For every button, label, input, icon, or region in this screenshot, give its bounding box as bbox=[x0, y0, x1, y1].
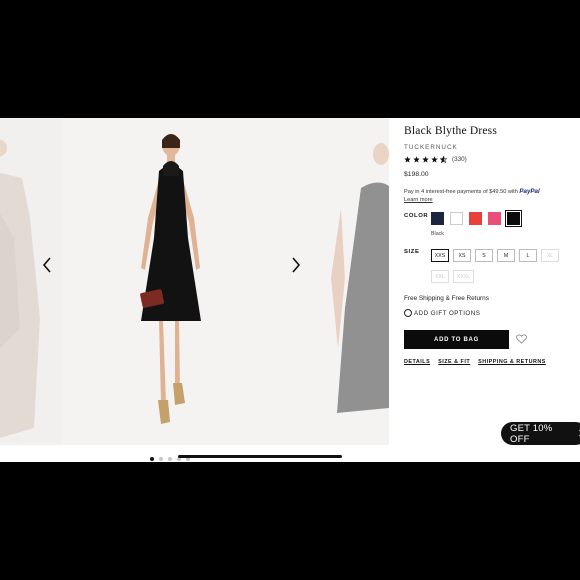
size-xxxl[interactable]: XXXL bbox=[453, 270, 474, 283]
size-row-2: XXL XXXL bbox=[431, 270, 571, 283]
paypal-text: Pay in 4 interest-free payments of $49.5… bbox=[404, 189, 518, 195]
add-to-bag-button[interactable]: ADD TO BAG bbox=[404, 330, 509, 349]
color-swatch-black[interactable] bbox=[504, 209, 523, 228]
gift-options-label: ADD GIFT OPTIONS bbox=[414, 309, 481, 317]
horizontal-scrollbar[interactable] bbox=[178, 455, 342, 458]
carousel-dot[interactable] bbox=[150, 457, 154, 461]
product-title: Black Blythe Dress bbox=[404, 125, 498, 137]
star-icon bbox=[413, 156, 420, 163]
color-swatch-navy[interactable] bbox=[431, 212, 444, 225]
half-star-icon bbox=[440, 156, 447, 163]
product-brand[interactable]: TUCKERNUCK bbox=[404, 144, 458, 151]
gift-checkbox[interactable] bbox=[404, 309, 412, 317]
star-icon bbox=[431, 156, 438, 163]
heart-icon[interactable] bbox=[516, 334, 527, 344]
paypal-message: Pay in 4 interest-free payments of $49.5… bbox=[404, 188, 564, 204]
main-product-image bbox=[62, 118, 281, 445]
size-label: SIZE bbox=[404, 249, 420, 255]
size-l[interactable]: L bbox=[519, 249, 537, 262]
star-icon bbox=[404, 156, 411, 163]
size-xxl[interactable]: XXL bbox=[431, 270, 449, 283]
color-swatches bbox=[431, 209, 523, 228]
selected-color-name: Black bbox=[431, 231, 444, 237]
product-page: Black Blythe Dress TUCKERNUCK (330) $198… bbox=[0, 118, 580, 462]
next-image-arrow[interactable] bbox=[288, 254, 304, 276]
chevron-left-icon bbox=[42, 257, 51, 273]
discount-promo-button[interactable]: GET 10% OFF ✕ bbox=[501, 422, 580, 445]
size-xl[interactable]: XL bbox=[541, 249, 559, 262]
gift-options-toggle[interactable]: ADD GIFT OPTIONS bbox=[404, 309, 480, 317]
size-fit-link[interactable]: SIZE & FIT bbox=[438, 359, 470, 365]
carousel-dot[interactable] bbox=[159, 457, 163, 461]
color-swatch-white[interactable] bbox=[450, 212, 463, 225]
size-s[interactable]: S bbox=[475, 249, 493, 262]
paypal-logo: PayPal bbox=[519, 188, 540, 195]
shipping-note: Free Shipping & Free Returns bbox=[404, 295, 489, 302]
image-carousel[interactable] bbox=[0, 118, 389, 445]
size-xs[interactable]: XS bbox=[453, 249, 471, 262]
rating-count: (330) bbox=[452, 156, 467, 163]
learn-more-link[interactable]: Learn more bbox=[404, 196, 564, 204]
product-price: $198.00 bbox=[404, 171, 429, 178]
color-swatch-pink[interactable] bbox=[488, 212, 501, 225]
product-info-links: DETAILS SIZE & FIT SHIPPING & RETURNS bbox=[404, 359, 546, 365]
size-xxs[interactable]: XXS bbox=[431, 249, 449, 262]
shipping-returns-link[interactable]: SHIPPING & RETURNS bbox=[478, 359, 546, 365]
size-m[interactable]: M bbox=[497, 249, 515, 262]
details-link[interactable]: DETAILS bbox=[404, 359, 430, 365]
color-label: COLOR bbox=[404, 213, 429, 219]
star-icon bbox=[422, 156, 429, 163]
chevron-right-icon bbox=[292, 257, 301, 273]
carousel-dot[interactable] bbox=[168, 457, 172, 461]
next-image-slide[interactable] bbox=[281, 118, 389, 445]
size-row-1: XXS XS S M L XL bbox=[431, 249, 571, 262]
prev-image-arrow[interactable] bbox=[39, 254, 55, 276]
rating[interactable]: (330) bbox=[404, 156, 467, 163]
promo-text: GET 10% OFF bbox=[510, 422, 553, 445]
color-swatch-red[interactable] bbox=[469, 212, 482, 225]
prev-image-slide[interactable] bbox=[0, 118, 62, 445]
